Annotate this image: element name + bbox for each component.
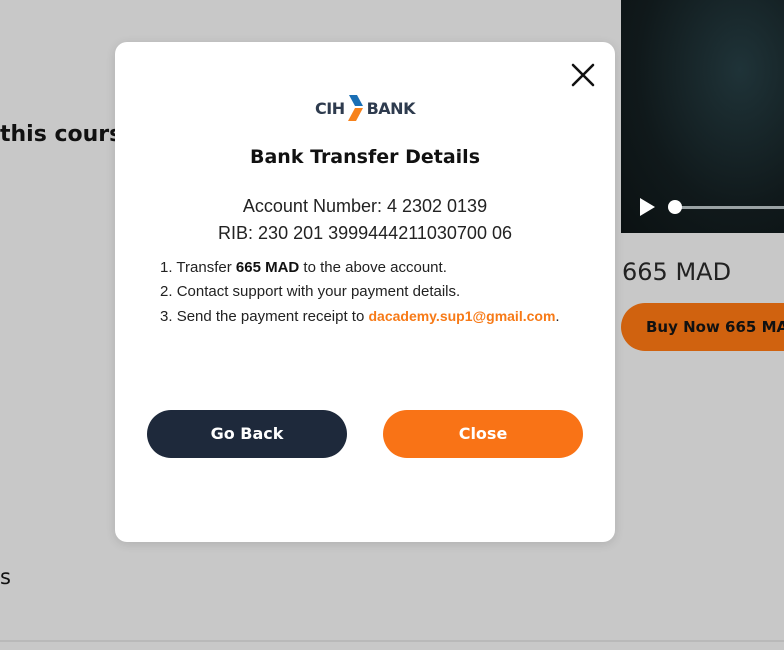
account-number-line: Account Number: 4 2302 0139 [115, 196, 615, 217]
divider [0, 640, 784, 642]
course-heading-fragment: this cours [0, 122, 123, 147]
instruction-step: 2. Contact support with your payment det… [160, 283, 461, 300]
logo-chevron-icon [347, 95, 363, 121]
rib-label: RIB: [218, 223, 254, 243]
modal-title: Bank Transfer Details [249, 146, 480, 168]
close-button[interactable]: Close [383, 410, 583, 458]
rib-line: RIB: 230 201 3999444211030700 06 [115, 223, 615, 244]
video-player[interactable] [621, 0, 784, 233]
rib-value: 230 201 3999444211030700 06 [258, 223, 512, 243]
logo-text-left: CIH [315, 98, 345, 118]
bank-transfer-modal: CIH BANK Bank Transfer Details Account N… [115, 42, 615, 542]
transfer-amount: 665 MAD [235, 259, 300, 276]
background-text-fragment: s [0, 565, 11, 589]
video-progress-track[interactable] [675, 206, 784, 209]
play-icon[interactable] [640, 198, 655, 216]
instruction-step: 3. Send the payment receipt to dacademy.… [160, 308, 560, 325]
instructions-list: 1. Transfer 665 MAD to the above account… [160, 256, 560, 329]
logo-text-right: BANK [366, 98, 416, 118]
course-price: 665 MAD [622, 258, 732, 286]
close-icon[interactable] [570, 62, 596, 88]
account-number-label: Account Number: [242, 196, 382, 216]
buy-now-button[interactable]: Buy Now 665 MAD [621, 303, 784, 351]
account-number-value: 4 2302 0139 [386, 196, 488, 216]
cih-bank-logo: CIH BANK [315, 94, 425, 122]
go-back-button[interactable]: Go Back [147, 410, 347, 458]
support-email-link[interactable]: dacademy.sup1@gmail.com [368, 308, 555, 324]
video-progress-handle[interactable] [668, 200, 682, 214]
instruction-step: 1. Transfer 665 MAD to the above account… [160, 259, 447, 276]
